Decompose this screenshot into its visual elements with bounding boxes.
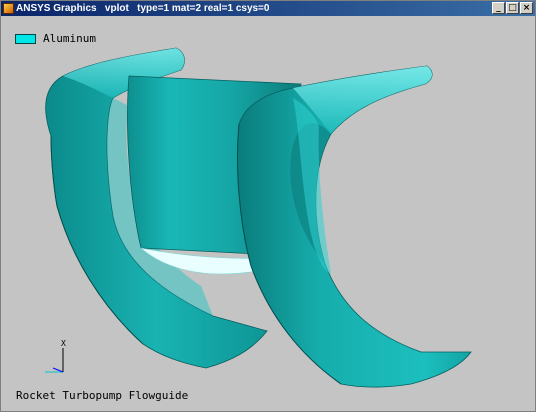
- plot-caption: Rocket Turbopump Flowguide: [16, 389, 189, 402]
- title-bar[interactable]: ANSYS Graphics vplot type=1 mat=2 real=1…: [1, 1, 535, 16]
- triad-x-label: X: [61, 339, 66, 348]
- close-button[interactable]: ×: [520, 2, 533, 14]
- ansys-graphics-window: ANSYS Graphics vplot type=1 mat=2 real=1…: [0, 0, 536, 412]
- maximize-button[interactable]: □: [506, 2, 519, 14]
- minimize-button[interactable]: _: [492, 2, 505, 14]
- window-title: ANSYS Graphics vplot type=1 mat=2 real=1…: [16, 3, 270, 14]
- graphics-viewport[interactable]: Aluminum X Rocket Turbopump Flowguide: [1, 16, 535, 411]
- window-controls: _ □ ×: [492, 2, 533, 14]
- coordinate-triad: X: [45, 339, 66, 373]
- near-guide-vane: [237, 65, 472, 388]
- flowguide-model: [45, 47, 472, 388]
- ansys-app-icon[interactable]: [3, 3, 14, 14]
